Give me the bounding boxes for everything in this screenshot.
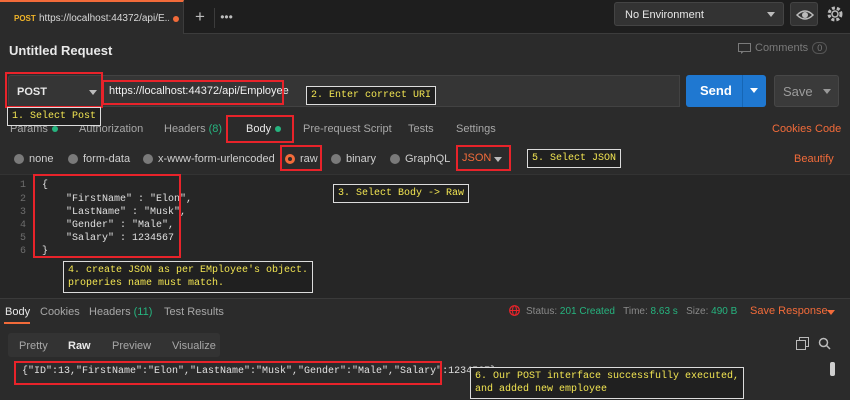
- plus-icon: +: [195, 7, 205, 26]
- radio-binary[interactable]: [331, 154, 341, 164]
- comments-button[interactable]: Comments 0: [738, 42, 828, 54]
- headers-count: (8): [208, 123, 223, 135]
- save-response-button[interactable]: Save Response: [750, 305, 828, 317]
- annotation-box-body-tab: [226, 115, 294, 143]
- request-title[interactable]: Untitled Request: [9, 43, 112, 58]
- annotation-step2: 2. Enter correct URI: [306, 86, 437, 105]
- radio-none[interactable]: [14, 154, 24, 164]
- send-label: Send: [700, 83, 732, 98]
- eye-icon: [795, 10, 815, 20]
- more-tabs-button[interactable]: •••: [214, 8, 238, 28]
- code-link[interactable]: Code: [815, 123, 841, 135]
- chevron-down-icon[interactable]: [823, 89, 831, 94]
- chevron-down-icon: [767, 12, 775, 17]
- radio-form-data-label[interactable]: form-data: [83, 153, 130, 165]
- annotation-step5: 5. Select JSON: [527, 149, 622, 168]
- top-bar: POST https://localhost:44372/api/E... + …: [0, 0, 850, 34]
- response-tab-body[interactable]: Body: [5, 306, 30, 318]
- environment-quick-look-button[interactable]: [790, 2, 818, 26]
- response-tab-cookies[interactable]: Cookies: [40, 306, 80, 318]
- radio-graphql[interactable]: [390, 154, 400, 164]
- line-number: 4: [19, 220, 26, 231]
- new-tab-button[interactable]: +: [190, 8, 210, 28]
- beautify-button[interactable]: Beautify: [794, 153, 834, 165]
- search-icon[interactable]: [818, 337, 831, 350]
- view-tab-pretty[interactable]: Pretty: [19, 340, 48, 352]
- status-value[interactable]: 201 Created: [560, 306, 615, 317]
- response-tab-test-results[interactable]: Test Results: [164, 306, 224, 318]
- environment-label: No Environment: [625, 9, 704, 21]
- tab-pre-request-script[interactable]: Pre-request Script: [303, 123, 392, 135]
- status-label: Status:: [526, 306, 558, 317]
- line-number: 6: [19, 246, 26, 257]
- annotation-box-editor: [33, 174, 181, 258]
- time-value[interactable]: 8.63 s: [651, 306, 678, 317]
- chevron-down-icon[interactable]: [750, 88, 758, 93]
- ellipsis-icon: •••: [220, 10, 233, 24]
- copy-icon[interactable]: [796, 337, 809, 350]
- radio-urlencoded-label[interactable]: x-www-form-urlencoded: [158, 153, 275, 165]
- size-label: Size:: [686, 306, 709, 317]
- view-tab-visualize[interactable]: Visualize: [172, 340, 216, 352]
- cookies-link[interactable]: Cookies: [772, 123, 812, 135]
- comments-label: Comments: [755, 42, 809, 54]
- annotation-step3: 3. Select Body -> Raw: [333, 184, 470, 203]
- save-button[interactable]: Save: [774, 75, 839, 107]
- comment-icon: [738, 42, 751, 54]
- settings-button[interactable]: [822, 2, 848, 26]
- globe-icon[interactable]: [509, 305, 520, 316]
- radio-form-data[interactable]: [68, 154, 78, 164]
- request-tab[interactable]: POST https://localhost:44372/api/E...: [0, 0, 184, 34]
- size-value[interactable]: 490 B: [711, 306, 737, 317]
- scrollbar[interactable]: [830, 362, 835, 376]
- line-number: 3: [19, 207, 26, 218]
- tab-settings[interactable]: Settings: [456, 123, 496, 135]
- send-button[interactable]: Send: [686, 75, 766, 107]
- gear-icon: [827, 6, 843, 22]
- environment-select[interactable]: No Environment: [614, 2, 784, 26]
- chevron-down-icon[interactable]: [827, 310, 835, 315]
- annotation-box-url: [102, 80, 284, 105]
- tab-tests[interactable]: Tests: [408, 123, 434, 135]
- annotation-step4: 4. create JSON as per EMployee's object.…: [63, 261, 314, 293]
- response-headers-count: (11): [133, 306, 153, 318]
- send-divider: [742, 75, 743, 107]
- save-label: Save: [783, 84, 813, 99]
- line-number: 2: [19, 194, 26, 205]
- response-headers-label: Headers: [89, 306, 131, 318]
- response-tab-headers[interactable]: Headers (11): [89, 306, 152, 318]
- comments-count: 0: [812, 42, 828, 54]
- radio-binary-label[interactable]: binary: [346, 153, 376, 165]
- annotation-box-method: [5, 72, 103, 108]
- view-tab-raw[interactable]: Raw: [68, 340, 91, 352]
- tab-headers[interactable]: Headers (8): [164, 123, 222, 135]
- radio-none-label[interactable]: none: [29, 153, 53, 165]
- annotation-box-json: [456, 145, 511, 171]
- response-status-info: Status: 201 Created Time: 8.63 s Size: 4…: [526, 306, 737, 317]
- annotation-box-raw: [280, 145, 322, 171]
- annotation-step1: 1. Select Post: [7, 107, 102, 126]
- line-number: 1: [19, 180, 26, 191]
- tab-url-label: https://localhost:44372/api/E...: [39, 13, 169, 24]
- line-number: 5: [19, 233, 26, 244]
- view-tab-preview[interactable]: Preview: [112, 340, 151, 352]
- tab-method-label: POST: [14, 14, 36, 23]
- tab-headers-label: Headers: [164, 123, 206, 135]
- unsaved-dot-icon: [173, 16, 179, 22]
- active-tab-underline: [4, 322, 30, 324]
- active-dot-icon: [51, 126, 58, 133]
- time-label: Time:: [623, 306, 648, 317]
- radio-graphql-label[interactable]: GraphQL: [405, 153, 450, 165]
- annotation-box-response: [14, 361, 442, 385]
- annotation-step6: 6. Our POST interface successfully execu…: [470, 367, 745, 399]
- radio-urlencoded[interactable]: [143, 154, 153, 164]
